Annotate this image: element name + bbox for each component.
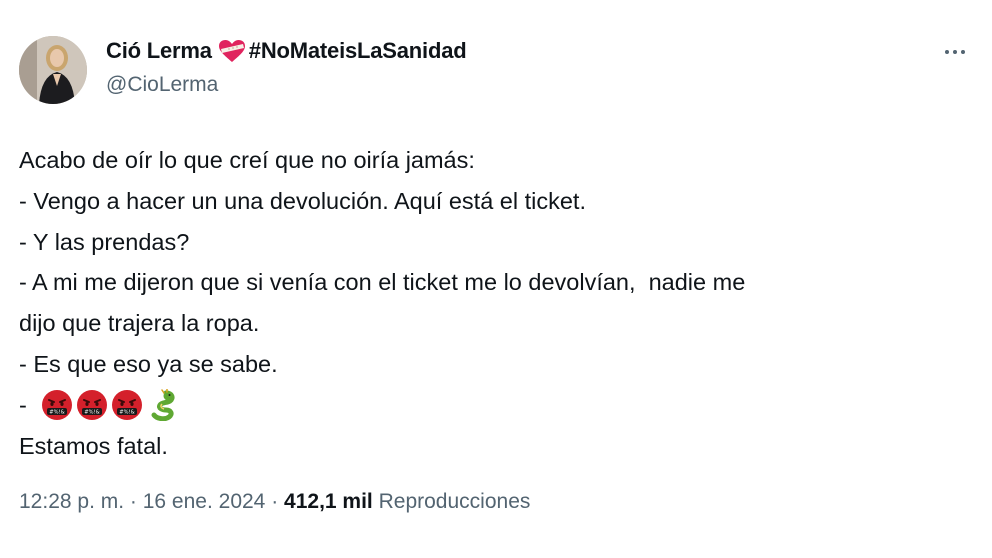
dot: [961, 50, 965, 54]
dragon-icon: [146, 388, 178, 422]
tweet-line: - Es que eso ya se sabe.: [19, 350, 278, 377]
meta-separator: ·: [124, 490, 143, 513]
tweet-line: Acabo de oír lo que creí que no oiría ja…: [19, 147, 475, 173]
tweet-metadata: 12:28 p. m. · 16 ene. 2024 · 412,1 mil R…: [19, 490, 530, 514]
dot: [953, 50, 957, 54]
tweet-time[interactable]: 12:28 p. m.: [19, 490, 124, 514]
hashtag-in-name: #NoMateisLaSanidad: [248, 38, 467, 63]
svg-text:#%!&: #%!&: [84, 410, 99, 416]
tweet-line: dijo que trajera la ropa.: [19, 310, 260, 337]
dash-prefix: -: [19, 391, 27, 418]
more-options-icon[interactable]: [940, 40, 970, 64]
tweet-card: Ció Lerma #NoMateisLaSanidad @CioLerma A…: [0, 0, 992, 558]
display-name-row[interactable]: Ció Lerma #NoMateisLaSanidad: [106, 36, 467, 66]
meta-separator: ·: [265, 490, 285, 513]
user-handle[interactable]: @CioLerma: [106, 73, 466, 97]
tweet-line: - Vengo a hacer un una devolución. Aquí …: [19, 187, 586, 214]
bandaged-heart-icon: [218, 39, 246, 63]
avatar[interactable]: [19, 36, 87, 104]
svg-text:#%!&: #%!&: [49, 410, 64, 416]
emoji-line: - #%!& #%!& #%!&: [19, 385, 959, 426]
tweet-line: - Y las prendas?: [19, 228, 190, 255]
tweet-header: Ció Lerma #NoMateisLaSanidad @CioLerma: [106, 36, 467, 97]
display-name[interactable]: Ció Lerma: [106, 38, 212, 64]
tweet-line: - A mi me dijeron que si venía con el ti…: [19, 269, 746, 296]
tweet-line: Estamos fatal.: [19, 432, 168, 459]
face-with-symbols-on-mouth-icon: #%!&: [111, 389, 143, 421]
tweet-date[interactable]: 16 ene. 2024: [143, 490, 266, 514]
views-count[interactable]: 412,1 mil: [284, 490, 373, 514]
tweet-text: Acabo de oír lo que creí que no oiría ja…: [19, 140, 959, 466]
dot: [945, 50, 949, 54]
face-with-symbols-on-mouth-icon: #%!&: [76, 389, 108, 421]
face-with-symbols-on-mouth-icon: #%!&: [41, 389, 73, 421]
svg-text:#%!&: #%!&: [119, 410, 134, 416]
views-label: Reproducciones: [378, 490, 531, 513]
